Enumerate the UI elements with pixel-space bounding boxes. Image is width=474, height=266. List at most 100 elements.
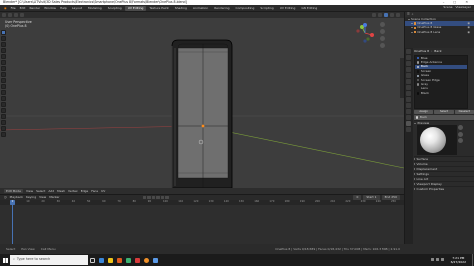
current-frame-indicator[interactable]: 0: [10, 200, 15, 205]
knife-tool-icon[interactable]: [1, 102, 6, 107]
menu-view[interactable]: View: [26, 189, 33, 193]
particles-tab-icon[interactable]: [406, 97, 411, 102]
grid-icon[interactable]: [380, 43, 385, 48]
move-tool-icon[interactable]: [1, 42, 6, 47]
shading-render-icon[interactable]: [396, 13, 400, 17]
edge-slide-tool-icon[interactable]: [1, 126, 6, 131]
frame-ruler[interactable]: 0 10 20 30 40 50 60 70 80 90 100 110 120 130 140 150 160…: [0, 200, 404, 205]
extrude-tool-icon[interactable]: [1, 78, 6, 83]
outliner-row[interactable]: OnePlus 8 Lens ◉: [405, 30, 474, 34]
shrink-tool-icon[interactable]: [1, 132, 6, 137]
shading-material-icon[interactable]: [390, 13, 394, 17]
view-layer-selector[interactable]: ViewLayer: [456, 6, 471, 9]
menu-help[interactable]: Help: [58, 6, 69, 10]
output-tab-icon[interactable]: [406, 61, 411, 66]
start-button[interactable]: [0, 254, 10, 266]
expand-arrow-icon[interactable]: [411, 27, 413, 29]
constraints-tab-icon[interactable]: [406, 109, 411, 114]
network-icon[interactable]: [431, 257, 434, 261]
texture-tab-icon[interactable]: [406, 127, 411, 132]
modifier-tab-icon[interactable]: [406, 91, 411, 96]
shading-solid-icon[interactable]: [384, 13, 388, 17]
battery-icon[interactable]: [441, 257, 444, 261]
menu-edge[interactable]: Edge: [81, 189, 89, 193]
spin-tool-icon[interactable]: [1, 114, 6, 119]
inset-tool-icon[interactable]: [1, 84, 6, 89]
tab-sculpting[interactable]: Sculpting: [105, 6, 125, 11]
visibility-eye-icon[interactable]: ◉: [467, 30, 471, 34]
jump-end-icon[interactable]: [165, 195, 169, 200]
custom-properties-section-header[interactable]: Custom Properties: [414, 186, 474, 191]
outliner-editor-icon[interactable]: ☰: [407, 13, 410, 16]
preview-hair-icon[interactable]: [458, 138, 463, 143]
face-select-icon[interactable]: [20, 13, 24, 17]
expand-arrow-icon[interactable]: [411, 31, 413, 33]
blender-logo-icon[interactable]: ◉: [2, 6, 9, 10]
physics-tab-icon[interactable]: [406, 103, 411, 108]
tab-animation[interactable]: Animation: [190, 6, 211, 11]
tab-compositing[interactable]: Compositing: [233, 6, 258, 11]
mode-selector[interactable]: Edit Mode: [4, 188, 23, 194]
3d-viewport[interactable]: User Perspective (0) OnePlus 8: [0, 18, 404, 188]
expand-arrow-icon[interactable]: [408, 18, 410, 20]
play-reverse-icon[interactable]: [151, 195, 156, 200]
material-slot-list[interactable]: Blue Edge Antenna Back Screen Glass Scre…: [414, 55, 468, 109]
bevel-tool-icon[interactable]: [1, 90, 6, 95]
view-layer-tab-icon[interactable]: [406, 67, 411, 72]
menu-select[interactable]: Select: [36, 189, 45, 193]
pan-hand-icon[interactable]: [380, 29, 385, 34]
tab-shading[interactable]: Shading: [172, 6, 190, 11]
tab-layout[interactable]: Layout: [69, 6, 85, 11]
tool-tab-icon[interactable]: [406, 49, 411, 54]
blender-taskbar-icon[interactable]: [142, 254, 151, 266]
preview-sphere-icon[interactable]: [458, 125, 463, 130]
assign-button[interactable]: Assign: [414, 110, 434, 114]
menu-marker[interactable]: Marker: [49, 196, 59, 199]
taskbar-app-icon[interactable]: [106, 254, 115, 266]
menu-uv[interactable]: UV: [101, 189, 105, 193]
volume-icon[interactable]: [436, 257, 439, 261]
world-tab-icon[interactable]: [406, 79, 411, 84]
poly-build-tool-icon[interactable]: [1, 108, 6, 113]
tab-texture-paint[interactable]: Texture Paint: [146, 6, 171, 11]
taskbar-search-box[interactable]: ⌕ Type here to search: [10, 255, 88, 265]
cursor-tool-icon[interactable]: [1, 36, 6, 41]
prev-keyframe-icon[interactable]: [147, 195, 151, 200]
taskbar-app-icon[interactable]: [124, 254, 133, 266]
annotate-tool-icon[interactable]: [1, 66, 6, 71]
vertex-select-icon[interactable]: [8, 13, 12, 17]
menu-window[interactable]: Window: [42, 6, 58, 10]
zoom-icon[interactable]: [380, 22, 385, 27]
select-button[interactable]: Select: [434, 110, 454, 114]
object-tab-icon[interactable]: [406, 85, 411, 90]
taskbar-app-icon[interactable]: [115, 254, 124, 266]
jump-start-icon[interactable]: [142, 195, 147, 200]
loop-cut-tool-icon[interactable]: [1, 96, 6, 101]
tab-gn-editing[interactable]: GN Editing: [298, 6, 320, 11]
menu-edit[interactable]: Edit: [18, 6, 28, 10]
taskbar-app-icon[interactable]: [133, 254, 142, 266]
measure-tool-icon[interactable]: [1, 72, 6, 77]
select-box-tool-icon[interactable]: [1, 30, 6, 35]
task-view-icon[interactable]: [88, 254, 97, 266]
taskbar-app-icon[interactable]: [97, 254, 106, 266]
preview-cube-icon[interactable]: [458, 131, 463, 137]
scale-tool-icon[interactable]: [1, 54, 6, 59]
tab-uv-editing[interactable]: UV Editing: [124, 5, 147, 11]
menu-view-timeline[interactable]: View: [39, 196, 46, 199]
menu-face[interactable]: Face: [91, 189, 98, 193]
edge-select-icon[interactable]: [14, 13, 18, 17]
smooth-tool-icon[interactable]: [1, 120, 6, 125]
rotate-tool-icon[interactable]: [1, 48, 6, 53]
play-icon[interactable]: [156, 195, 160, 200]
expand-arrow-icon[interactable]: [411, 23, 413, 25]
menu-keying[interactable]: Keying: [26, 196, 36, 199]
camera-icon[interactable]: [380, 36, 385, 41]
editor-type-icon[interactable]: [2, 13, 6, 17]
transform-tool-icon[interactable]: [1, 60, 6, 65]
outliner-search-icon[interactable]: ⌕: [412, 13, 414, 16]
overlay-icon[interactable]: [372, 13, 376, 17]
visibility-eye-icon[interactable]: ◉: [467, 22, 471, 25]
menu-vertex[interactable]: Vertex: [68, 189, 78, 193]
tab-modeling[interactable]: Modeling: [85, 6, 105, 11]
